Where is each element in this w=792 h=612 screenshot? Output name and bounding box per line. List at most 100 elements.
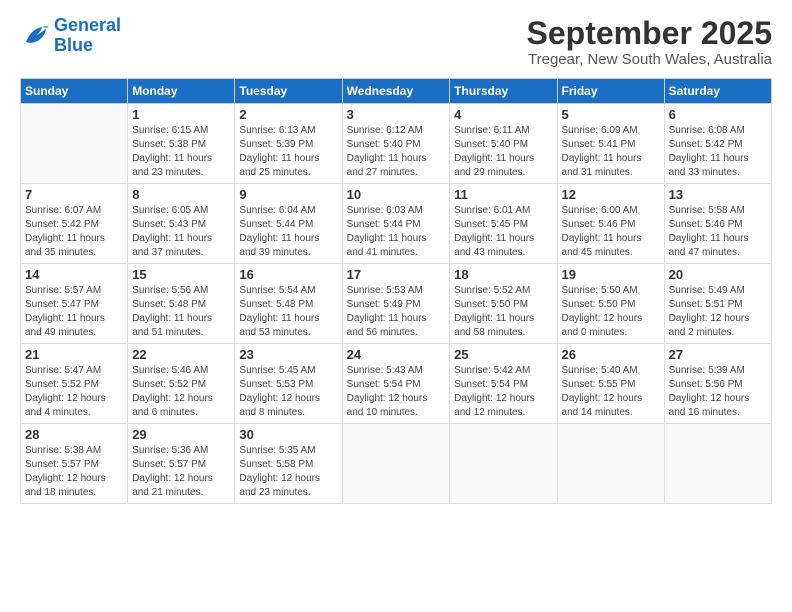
table-row: 27 Sunrise: 5:39 AM Sunset: 5:56 PM Dayli…	[664, 344, 771, 424]
day-number: 23	[239, 347, 337, 362]
day-info: Sunrise: 5:35 AM Sunset: 5:58 PM Dayligh…	[239, 444, 337, 500]
location: Tregear, New South Wales, Australia	[527, 51, 772, 68]
table-row: 20 Sunrise: 5:49 AM Sunset: 5:51 PM Dayli…	[664, 264, 771, 344]
col-saturday: Saturday	[664, 79, 771, 104]
day-info: Sunrise: 6:11 AM Sunset: 5:40 PM Dayligh…	[454, 124, 552, 180]
day-info: Sunrise: 6:13 AM Sunset: 5:39 PM Dayligh…	[239, 124, 337, 180]
day-info: Sunrise: 5:49 AM Sunset: 5:51 PM Dayligh…	[669, 284, 767, 340]
table-row: 22 Sunrise: 5:46 AM Sunset: 5:52 PM Dayli…	[128, 344, 235, 424]
table-row: 23Sunrise: 5:45 AM Sunset: 5:53 PM Dayli…	[235, 344, 342, 424]
col-monday: Monday	[128, 79, 235, 104]
day-info: Sunrise: 6:04 AM Sunset: 5:44 PM Dayligh…	[239, 204, 337, 260]
day-number: 11	[454, 187, 552, 202]
col-sunday: Sunday	[21, 79, 128, 104]
logo-icon	[20, 21, 50, 51]
table-row: 12Sunrise: 6:00 AM Sunset: 5:46 PM Dayli…	[557, 184, 664, 264]
table-row: 9 Sunrise: 6:04 AM Sunset: 5:44 PM Daylig…	[235, 184, 342, 264]
table-row: 28 Sunrise: 5:38 AM Sunset: 5:57 PM Dayli…	[21, 424, 128, 504]
table-row: 21 Sunrise: 5:47 AM Sunset: 5:52 PM Dayli…	[21, 344, 128, 424]
day-info: Sunrise: 6:08 AM Sunset: 5:42 PM Dayligh…	[669, 124, 767, 180]
title-section: September 2025 Tregear, New South Wales,…	[527, 16, 772, 68]
day-info: Sunrise: 5:36 AM Sunset: 5:57 PM Dayligh…	[132, 444, 230, 500]
day-info: Sunrise: 5:50 AM Sunset: 5:50 PM Dayligh…	[562, 284, 660, 340]
table-row: 7 Sunrise: 6:07 AM Sunset: 5:42 PM Daylig…	[21, 184, 128, 264]
table-row: 25 Sunrise: 5:42 AM Sunset: 5:54 PM Dayli…	[450, 344, 557, 424]
logo-text: General Blue	[54, 16, 121, 56]
day-number: 2	[239, 107, 337, 122]
table-row	[557, 424, 664, 504]
day-info: Sunrise: 5:57 AM Sunset: 5:47 PM Dayligh…	[25, 284, 123, 340]
table-row: 2 Sunrise: 6:13 AM Sunset: 5:39 PM Daylig…	[235, 104, 342, 184]
calendar-week-row: 14 Sunrise: 5:57 AM Sunset: 5:47 PM Dayli…	[21, 264, 772, 344]
table-row: 14 Sunrise: 5:57 AM Sunset: 5:47 PM Dayli…	[21, 264, 128, 344]
col-thursday: Thursday	[450, 79, 557, 104]
day-number: 7	[25, 187, 123, 202]
table-row: 30 Sunrise: 5:35 AM Sunset: 5:58 PM Dayli…	[235, 424, 342, 504]
page-header: General Blue September 2025 Tregear, New…	[20, 16, 772, 68]
day-number: 22	[132, 347, 230, 362]
day-info: Sunrise: 6:03 AM Sunset: 5:44 PM Dayligh…	[347, 204, 446, 260]
table-row: 3Sunrise: 6:12 AM Sunset: 5:40 PM Daylig…	[342, 104, 450, 184]
day-number: 14	[25, 267, 123, 282]
day-number: 27	[669, 347, 767, 362]
day-number: 30	[239, 427, 337, 442]
day-number: 1	[132, 107, 230, 122]
table-row: 5Sunrise: 6:09 AM Sunset: 5:41 PM Daylig…	[557, 104, 664, 184]
day-number: 24	[347, 347, 446, 362]
day-number: 29	[132, 427, 230, 442]
table-row	[342, 424, 450, 504]
table-row: 19Sunrise: 5:50 AM Sunset: 5:50 PM Dayli…	[557, 264, 664, 344]
day-number: 17	[347, 267, 446, 282]
day-info: Sunrise: 5:54 AM Sunset: 5:48 PM Dayligh…	[239, 284, 337, 340]
table-row: 8 Sunrise: 6:05 AM Sunset: 5:43 PM Daylig…	[128, 184, 235, 264]
table-row: 13 Sunrise: 5:58 AM Sunset: 5:46 PM Dayli…	[664, 184, 771, 264]
table-row: 24 Sunrise: 5:43 AM Sunset: 5:54 PM Dayli…	[342, 344, 450, 424]
table-row: 18Sunrise: 5:52 AM Sunset: 5:50 PM Dayli…	[450, 264, 557, 344]
table-row: 15 Sunrise: 5:56 AM Sunset: 5:48 PM Dayli…	[128, 264, 235, 344]
day-number: 3	[347, 107, 446, 122]
day-info: Sunrise: 5:38 AM Sunset: 5:57 PM Dayligh…	[25, 444, 123, 500]
calendar-week-row: 21 Sunrise: 5:47 AM Sunset: 5:52 PM Dayli…	[21, 344, 772, 424]
day-number: 8	[132, 187, 230, 202]
day-info: Sunrise: 5:39 AM Sunset: 5:56 PM Dayligh…	[669, 364, 767, 420]
day-info: Sunrise: 5:52 AM Sunset: 5:50 PM Dayligh…	[454, 284, 552, 340]
day-info: Sunrise: 5:53 AM Sunset: 5:49 PM Dayligh…	[347, 284, 446, 340]
logo: General Blue	[20, 16, 121, 56]
table-row	[21, 104, 128, 184]
day-info: Sunrise: 5:42 AM Sunset: 5:54 PM Dayligh…	[454, 364, 552, 420]
day-number: 10	[347, 187, 446, 202]
day-info: Sunrise: 5:47 AM Sunset: 5:52 PM Dayligh…	[25, 364, 123, 420]
calendar-table: Sunday Monday Tuesday Wednesday Thursday…	[20, 78, 772, 504]
day-info: Sunrise: 6:07 AM Sunset: 5:42 PM Dayligh…	[25, 204, 123, 260]
day-number: 20	[669, 267, 767, 282]
table-row: 11Sunrise: 6:01 AM Sunset: 5:45 PM Dayli…	[450, 184, 557, 264]
table-row: 16 Sunrise: 5:54 AM Sunset: 5:48 PM Dayli…	[235, 264, 342, 344]
day-number: 15	[132, 267, 230, 282]
day-number: 28	[25, 427, 123, 442]
col-friday: Friday	[557, 79, 664, 104]
day-info: Sunrise: 6:09 AM Sunset: 5:41 PM Dayligh…	[562, 124, 660, 180]
calendar-week-row: 28 Sunrise: 5:38 AM Sunset: 5:57 PM Dayli…	[21, 424, 772, 504]
day-info: Sunrise: 6:00 AM Sunset: 5:46 PM Dayligh…	[562, 204, 660, 260]
table-row: 10 Sunrise: 6:03 AM Sunset: 5:44 PM Dayli…	[342, 184, 450, 264]
day-number: 21	[25, 347, 123, 362]
day-info: Sunrise: 6:15 AM Sunset: 5:38 PM Dayligh…	[132, 124, 230, 180]
col-wednesday: Wednesday	[342, 79, 450, 104]
table-row: 29 Sunrise: 5:36 AM Sunset: 5:57 PM Dayli…	[128, 424, 235, 504]
day-info: Sunrise: 5:58 AM Sunset: 5:46 PM Dayligh…	[669, 204, 767, 260]
day-number: 25	[454, 347, 552, 362]
table-row: 1 Sunrise: 6:15 AM Sunset: 5:38 PM Daylig…	[128, 104, 235, 184]
day-info: Sunrise: 5:56 AM Sunset: 5:48 PM Dayligh…	[132, 284, 230, 340]
day-info: Sunrise: 5:43 AM Sunset: 5:54 PM Dayligh…	[347, 364, 446, 420]
day-number: 13	[669, 187, 767, 202]
table-row: 26Sunrise: 5:40 AM Sunset: 5:55 PM Dayli…	[557, 344, 664, 424]
day-number: 16	[239, 267, 337, 282]
day-info: Sunrise: 6:05 AM Sunset: 5:43 PM Dayligh…	[132, 204, 230, 260]
day-number: 4	[454, 107, 552, 122]
calendar-week-row: 7 Sunrise: 6:07 AM Sunset: 5:42 PM Daylig…	[21, 184, 772, 264]
day-info: Sunrise: 5:46 AM Sunset: 5:52 PM Dayligh…	[132, 364, 230, 420]
month-title: September 2025	[527, 16, 772, 51]
table-row: 17 Sunrise: 5:53 AM Sunset: 5:49 PM Dayli…	[342, 264, 450, 344]
day-number: 26	[562, 347, 660, 362]
day-number: 9	[239, 187, 337, 202]
